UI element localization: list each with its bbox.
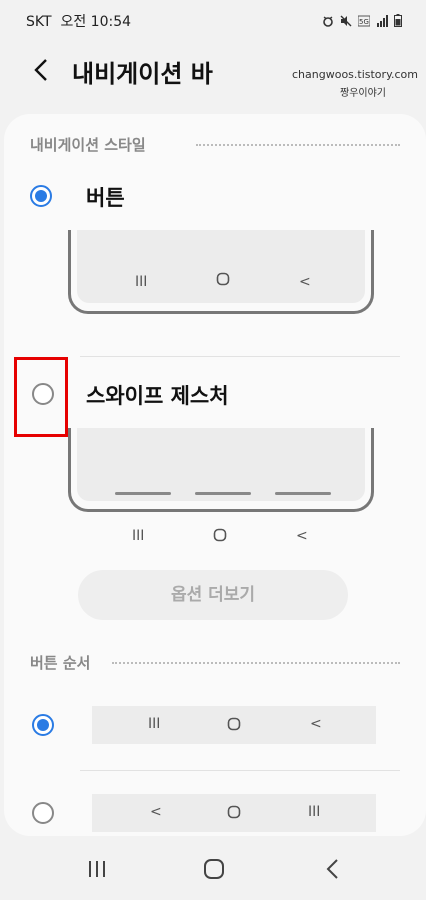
recents-icon (89, 861, 105, 877)
home-icon (213, 528, 227, 546)
system-navigation-bar (0, 840, 426, 900)
swipe-gesture-hint (195, 492, 251, 495)
order-preview[interactable]: III < (92, 706, 376, 744)
recents-button[interactable] (86, 858, 108, 884)
divider (80, 770, 400, 771)
back-arrow-icon (34, 59, 47, 81)
preview-swipe-phone[interactable] (68, 428, 374, 512)
recents-icon: III (308, 804, 321, 820)
preview-screen (77, 230, 365, 303)
section-divider (112, 662, 400, 664)
option-label-buttons[interactable]: 버튼 (86, 182, 125, 212)
mute-icon (340, 12, 352, 31)
watermark-author: 짱우이야기 (340, 88, 386, 99)
radio-order-back-home-recents[interactable] (32, 802, 54, 824)
section-heading-nav-style: 내비게이션 스타일 (30, 136, 146, 154)
back-icon: < (299, 274, 311, 290)
home-icon (227, 717, 241, 735)
5g-icon: 5G (357, 12, 371, 31)
section-divider (196, 144, 400, 146)
status-time: 오전 10:54 (60, 14, 132, 30)
recents-icon: III (148, 716, 161, 732)
recents-icon: III (132, 528, 145, 544)
alarm-icon (322, 12, 334, 31)
swipe-gesture-hint (115, 492, 171, 495)
option-label-swipe[interactable]: 스와이프 제스처 (86, 380, 229, 410)
carrier-label: SKT (26, 14, 52, 30)
status-bar: SKT 오전 10:54 5G (0, 0, 426, 40)
status-icons: 5G (322, 12, 402, 31)
battery-icon (394, 12, 402, 31)
signal-icon (376, 12, 388, 31)
swipe-gesture-hint (275, 492, 331, 495)
status-left: SKT 오전 10:54 (26, 11, 131, 31)
recents-icon: III (135, 274, 148, 290)
settings-card: 내비게이션 스타일 버튼 III < 스와이프 제스처 III < 옵션 더보기… (4, 114, 426, 836)
home-icon (227, 805, 241, 823)
back-icon (326, 859, 338, 879)
radio-buttons-option[interactable] (30, 185, 52, 207)
system-back-button[interactable] (322, 858, 344, 884)
order-preview[interactable]: < III (92, 794, 376, 832)
more-options-button[interactable]: 옵션 더보기 (78, 570, 348, 620)
svg-text:5G: 5G (359, 18, 369, 26)
back-icon: < (296, 528, 308, 544)
back-icon: < (310, 716, 322, 732)
home-icon (204, 859, 224, 879)
divider (80, 356, 400, 357)
annotation-highlight-box (14, 357, 68, 437)
section-heading-button-order: 버튼 순서 (30, 654, 91, 672)
app-bar: 내비게이션 바 changwoos.tistory.com 짱우이야기 (0, 40, 426, 102)
watermark-site: changwoos.tistory.com (292, 68, 418, 81)
preview-screen (77, 428, 365, 501)
radio-order-recents-home-back[interactable] (32, 714, 54, 736)
back-button[interactable] (28, 56, 56, 84)
back-icon: < (150, 804, 162, 820)
page-title: 내비게이션 바 (72, 60, 213, 88)
home-icon (216, 272, 230, 290)
home-button[interactable] (203, 858, 225, 884)
preview-buttons-phone[interactable]: III < (68, 230, 374, 314)
